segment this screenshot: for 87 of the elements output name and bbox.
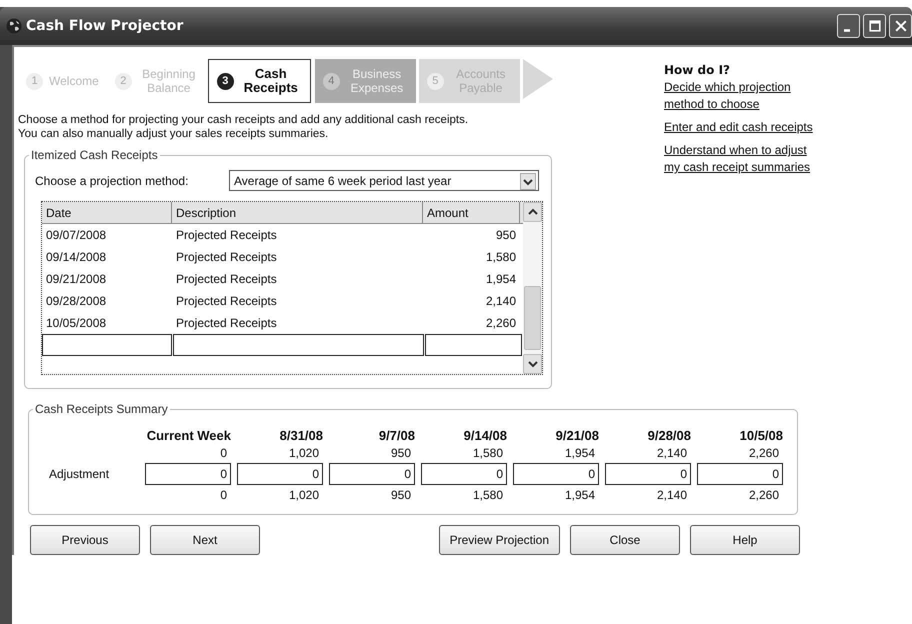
table-cell-text: Projected Receipts [175,249,278,266]
step-number: 2 [114,72,132,90]
nav-button[interactable]: Next [150,525,260,555]
table-cell-text: 1,580 [472,488,504,502]
help-link[interactable]: Decide which projection method to choose [664,79,822,113]
input-field[interactable] [173,334,424,356]
table-cell-text: Projected Receipts [175,293,278,310]
adjustment-field[interactable]: 0 [605,463,691,485]
help-link[interactable]: Understand when to adjust my cash receipt summaries [664,142,822,176]
column-header: 9/14/08 [462,428,507,443]
step-number: 5 [426,72,444,90]
step-number: 3 [216,72,234,90]
table-cell-text: Projected Receipts [175,227,278,244]
table-cell-text: 2,140 [656,446,688,460]
column-header[interactable]: Amount [423,202,520,223]
nav-button[interactable]: Previous [30,525,140,555]
help-link[interactable]: Enter and edit cash receipts [664,119,822,136]
scroll-thumb[interactable] [524,286,541,350]
column-header[interactable]: Date [42,202,172,223]
table-cell-text: 2,260 [748,446,780,460]
help-heading: How do I? [664,63,731,77]
window-title: Cash Flow Projector [26,18,184,34]
minimize-icon [844,28,850,32]
action-button[interactable]: Help [690,525,800,555]
scrollbar[interactable] [523,202,542,374]
table-cell-text: 2,140 [484,293,517,310]
table-cell-text: 2,260 [484,315,517,332]
maximize-button[interactable] [863,14,886,38]
table-cell-text: 1,580 [472,446,504,460]
adjustment-field[interactable]: 0 [697,463,783,485]
adjustment-field[interactable]: 0 [421,463,507,485]
table-cell-text: 09/07/2008 [45,227,108,244]
table-cell-text: 09/14/2008 [45,249,108,266]
table-cell-text: 950 [494,227,517,244]
column-header: 9/21/08 [554,428,599,443]
table-cell-text: 10/05/2008 [45,315,108,332]
minimize-button[interactable] [837,14,860,38]
adjustment-field[interactable]: 0 [237,463,323,485]
table-cell-text: 09/28/2008 [45,293,108,310]
table-cell-text: 1,580 [484,249,517,266]
table-cell-text: 1,020 [288,488,320,502]
close-button[interactable] [889,14,912,38]
table-cell-text: 0 [219,446,228,460]
input-field[interactable] [42,334,172,356]
close-icon [892,18,908,34]
adjustment-field[interactable]: 0 [329,463,415,485]
table-cell-text: 950 [390,446,412,460]
field-label: Choose a projection method: [35,174,190,188]
table-cell-text: 1,020 [288,446,320,460]
column-header: Current Week [146,428,231,443]
table-cell-text: 1,954 [564,446,596,460]
step-number: 1 [26,72,43,90]
adjustment-field[interactable]: 0 [513,463,599,485]
table-cell-text: Projected Receipts [175,271,278,288]
scroll-up-icon[interactable] [523,202,542,222]
column-header: 9/7/08 [378,428,415,443]
scroll-down-icon[interactable] [523,354,542,374]
column-header: 10/5/08 [738,428,783,443]
step-label: Cash Receipts [242,67,299,95]
projection-method-dropdown[interactable]: Average of same 6 week period last year [229,170,539,191]
row-label: Adjustment [48,467,110,481]
column-header: 8/31/08 [278,428,323,443]
action-button[interactable]: Preview Projection [438,525,560,555]
table-cell-text: 950 [390,488,412,502]
step-label: Welcome [49,74,99,88]
action-button[interactable]: Close [570,525,680,555]
input-field[interactable] [425,334,522,356]
group-title: Cash Receipts Summary [33,402,170,416]
step-arrow-icon [522,59,553,99]
adjustment-field[interactable]: 0 [145,463,231,485]
step-number: 4 [322,72,340,90]
instructions-text: Choose a method for projecting your cash receipts and add any additional cash receipts. You can also manually adjust your sales receipts summaries. [18,113,470,141]
column-header: 9/28/08 [646,428,691,443]
table-cell-text: 1,954 [484,271,517,288]
step-label: Beginning Balance [141,67,196,95]
step-label: Business Expenses [349,67,404,95]
globe-icon [6,18,22,34]
table-cell-text: 2,140 [656,488,688,502]
table-cell-text: 0 [219,488,228,502]
table-cell-text: 1,954 [564,488,596,502]
column-header[interactable]: Description [172,202,423,223]
group-title: Itemized Cash Receipts [29,148,160,162]
table-cell-text: Projected Receipts [175,315,278,332]
maximize-icon [866,18,882,34]
table-cell-text: 09/21/2008 [45,271,108,288]
wizard-step[interactable]: 3 Cash Receipts [208,59,311,103]
table-cell-text: 2,260 [748,488,780,502]
